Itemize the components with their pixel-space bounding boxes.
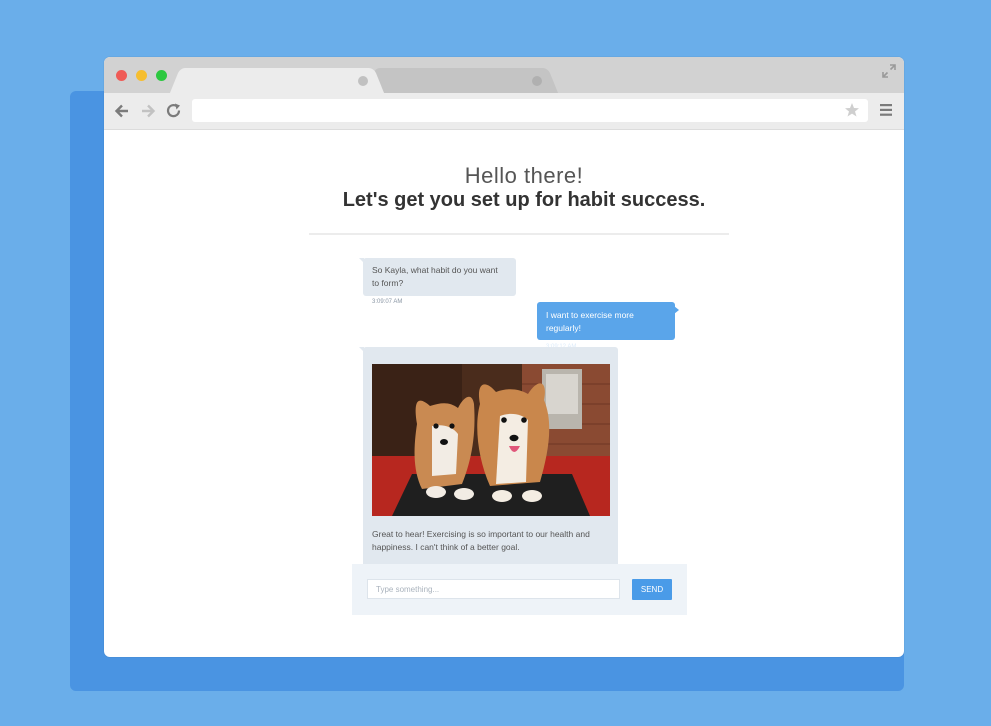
back-arrow-icon[interactable] — [113, 102, 131, 120]
close-window-button[interactable] — [116, 70, 127, 81]
message-text: I want to exercise more regularly! — [546, 310, 634, 333]
page-content: Hello there! Let's get you set up for ha… — [104, 130, 904, 657]
page-headline: Let's get you set up for habit success. — [342, 189, 706, 211]
reload-icon[interactable] — [165, 102, 183, 120]
menu-icon[interactable] — [879, 103, 893, 117]
fullscreen-icon[interactable] — [882, 64, 896, 78]
corgis-on-treadmill-photo — [372, 364, 610, 516]
minimize-window-button[interactable] — [136, 70, 147, 81]
divider — [309, 233, 729, 235]
bookmark-star-icon[interactable] — [844, 102, 860, 118]
greeting-text: Hello there! — [464, 163, 584, 188]
title-bar — [104, 57, 904, 93]
send-button[interactable]: SEND — [632, 579, 672, 600]
message-composer: Type something... SEND — [352, 564, 687, 615]
message-text: Great to hear! Exercising is so importan… — [372, 529, 590, 552]
message-input[interactable]: Type something... — [367, 579, 620, 599]
url-bar[interactable] — [192, 99, 868, 122]
bot-message: Great to hear! Exercising is so importan… — [359, 347, 618, 567]
tab-close-icon[interactable] — [358, 76, 368, 86]
user-message: I want to exercise more regularly! 3:09:… — [537, 302, 679, 350]
browser-window: Hello there! Let's get you set up for ha… — [104, 57, 904, 657]
tab-active[interactable] — [182, 68, 372, 93]
bot-message: So Kayla, what habit do you want to form… — [359, 258, 516, 305]
maximize-window-button[interactable] — [156, 70, 167, 81]
forward-arrow-icon[interactable] — [139, 102, 157, 120]
tab-close-icon[interactable] — [532, 76, 542, 86]
tab-inactive[interactable] — [374, 68, 546, 93]
message-text: So Kayla, what habit do you want to form… — [372, 265, 498, 288]
browser-toolbar — [104, 93, 904, 130]
message-timestamp: 3:09:07 AM — [372, 299, 403, 305]
